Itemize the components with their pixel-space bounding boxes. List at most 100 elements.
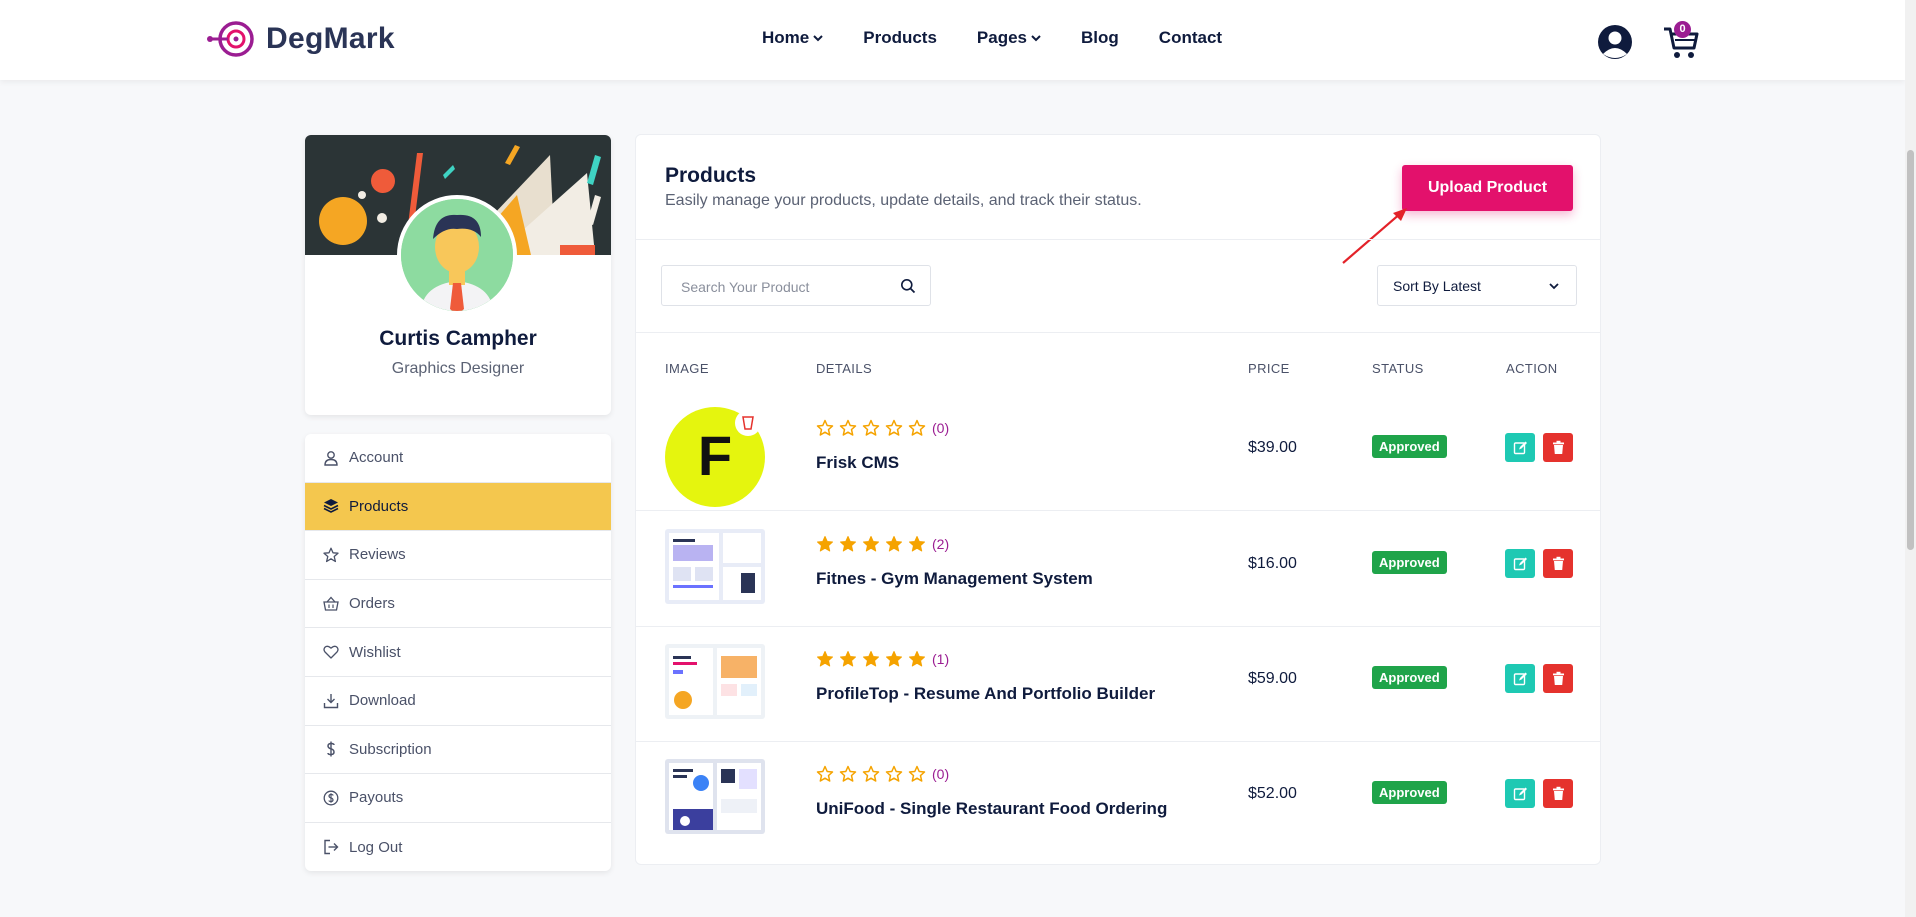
- edit-product-button[interactable]: [1505, 779, 1535, 808]
- edit-product-button[interactable]: [1505, 549, 1535, 578]
- search-icon[interactable]: [900, 278, 916, 294]
- edit-icon: [1513, 787, 1527, 801]
- search-box[interactable]: [661, 265, 931, 307]
- star-filled-icon: [909, 651, 925, 667]
- edit-product-button[interactable]: [1505, 664, 1535, 693]
- sidebar-item-subscription[interactable]: Subscription: [305, 726, 611, 775]
- star-filled-icon: [909, 536, 925, 552]
- product-thumbnail[interactable]: [665, 759, 765, 834]
- product-price: $16.00: [1248, 555, 1297, 572]
- profile-avatar[interactable]: [397, 195, 517, 315]
- page-scrollbar[interactable]: [1905, 0, 1916, 917]
- product-price: $59.00: [1248, 670, 1297, 687]
- dollar-icon: [327, 741, 335, 757]
- sidebar-item-wishlist[interactable]: Wishlist: [305, 628, 611, 677]
- trash-icon: [1552, 440, 1564, 454]
- nav-contact[interactable]: Contact: [1159, 28, 1222, 48]
- sidebar-item-label: Payouts: [349, 789, 404, 807]
- sidebar-item-orders[interactable]: Orders: [305, 580, 611, 629]
- star-icon: [323, 547, 339, 563]
- red-arrow-annotation-icon: [1342, 208, 1407, 264]
- brand-name: DegMark: [266, 22, 395, 55]
- sidebar-item-log-out[interactable]: Log Out: [305, 823, 611, 872]
- star-outline-icon: [885, 419, 903, 436]
- sidebar-item-label: Download: [349, 692, 416, 710]
- review-count: (0): [932, 420, 950, 436]
- status-badge: Approved: [1372, 666, 1447, 689]
- chevron-down-icon: [813, 35, 823, 42]
- sidebar-item-download[interactable]: Download: [305, 677, 611, 726]
- upload-product-button[interactable]: Upload Product: [1402, 165, 1573, 211]
- frisk-logo-thumbnail[interactable]: F: [665, 407, 765, 507]
- star-filled-icon: [817, 651, 833, 667]
- user-account-icon[interactable]: [1597, 24, 1633, 60]
- delete-product-button[interactable]: [1543, 549, 1573, 578]
- star-filled-icon: [886, 651, 902, 667]
- page-subtitle: Easily manage your products, update deta…: [665, 192, 1142, 209]
- logo-mark-icon: [207, 21, 254, 57]
- status-badge: Approved: [1372, 435, 1447, 458]
- review-count: (2): [932, 536, 950, 552]
- star-outline-icon: [862, 419, 880, 436]
- logout-icon: [324, 839, 339, 855]
- scrollbar-thumb[interactable]: [1907, 150, 1914, 550]
- table-row: (1) ProfileTop - Resume And Portfolio Bu…: [636, 626, 1600, 742]
- star-outline-icon: [908, 765, 926, 782]
- nav-blog-label: Blog: [1081, 28, 1119, 47]
- delete-product-button[interactable]: [1543, 779, 1573, 808]
- sidebar-item-account[interactable]: Account: [305, 434, 611, 483]
- delete-product-button[interactable]: [1543, 664, 1573, 693]
- page-title: Products: [665, 164, 757, 187]
- product-name[interactable]: Fitnes - Gym Management System: [816, 569, 1093, 589]
- star-filled-icon: [840, 536, 856, 552]
- edit-product-button[interactable]: [1505, 433, 1535, 462]
- nav-pages-label: Pages: [976, 28, 1028, 47]
- chevron-down-icon: [1549, 283, 1559, 290]
- product-name[interactable]: ProfileTop - Resume And Portfolio Builde…: [816, 684, 1155, 704]
- status-badge: Approved: [1372, 781, 1447, 804]
- avatar-illustration-icon: [401, 199, 513, 311]
- column-header-image: IMAGE: [665, 361, 709, 376]
- user-icon: [324, 450, 338, 466]
- column-header-action: ACTION: [1506, 361, 1558, 376]
- chevron-down-icon: [1031, 35, 1041, 42]
- toolbar-divider: [636, 332, 1600, 333]
- sort-select[interactable]: Sort By Latest: [1377, 265, 1577, 306]
- sidebar-item-label: Subscription: [349, 740, 432, 758]
- star-filled-icon: [863, 651, 879, 667]
- star-filled-icon: [840, 651, 856, 667]
- download-icon: [323, 693, 339, 708]
- product-thumbnail[interactable]: [665, 529, 765, 604]
- nav-pages[interactable]: Pages: [977, 28, 1041, 48]
- star-filled-icon: [863, 536, 879, 552]
- trash-icon: [1552, 671, 1564, 685]
- nav-home[interactable]: Home: [762, 28, 823, 48]
- product-thumbnail[interactable]: [665, 644, 765, 719]
- edit-icon: [1513, 672, 1527, 686]
- table-row: F (0) Frisk CMS $39.00 Approved: [636, 395, 1600, 511]
- layers-icon: [323, 499, 339, 514]
- product-name[interactable]: Frisk CMS: [816, 453, 899, 473]
- nav-products-label: Products: [863, 28, 937, 47]
- column-header-status: STATUS: [1372, 361, 1424, 376]
- star-outline-icon: [839, 765, 857, 782]
- sidebar-item-payouts[interactable]: Payouts: [305, 774, 611, 823]
- site-header: DegMark Home Products Pages Blog Contact…: [0, 0, 1905, 80]
- sidebar-item-label: Wishlist: [349, 643, 401, 661]
- delete-product-button[interactable]: [1543, 433, 1573, 462]
- trash-icon: [1552, 786, 1564, 800]
- column-header-price: PRICE: [1248, 361, 1290, 376]
- dashboard-sidebar: Account Products Reviews Orders Wishlist…: [305, 434, 611, 872]
- brand-logo[interactable]: DegMark: [206, 19, 395, 59]
- sidebar-item-products[interactable]: Products: [305, 482, 611, 532]
- sidebar-item-reviews[interactable]: Reviews: [305, 531, 611, 580]
- nav-products[interactable]: Products: [863, 28, 937, 48]
- nav-blog[interactable]: Blog: [1081, 28, 1119, 48]
- product-name[interactable]: UniFood - Single Restaurant Food Orderin…: [816, 799, 1167, 819]
- products-panel: Products Easily manage your products, up…: [635, 134, 1601, 865]
- search-input[interactable]: [662, 266, 903, 307]
- edit-icon: [1513, 441, 1527, 455]
- rating-stars: (0): [816, 765, 949, 783]
- product-price: $52.00: [1248, 785, 1297, 802]
- trash-icon: [1552, 556, 1564, 570]
